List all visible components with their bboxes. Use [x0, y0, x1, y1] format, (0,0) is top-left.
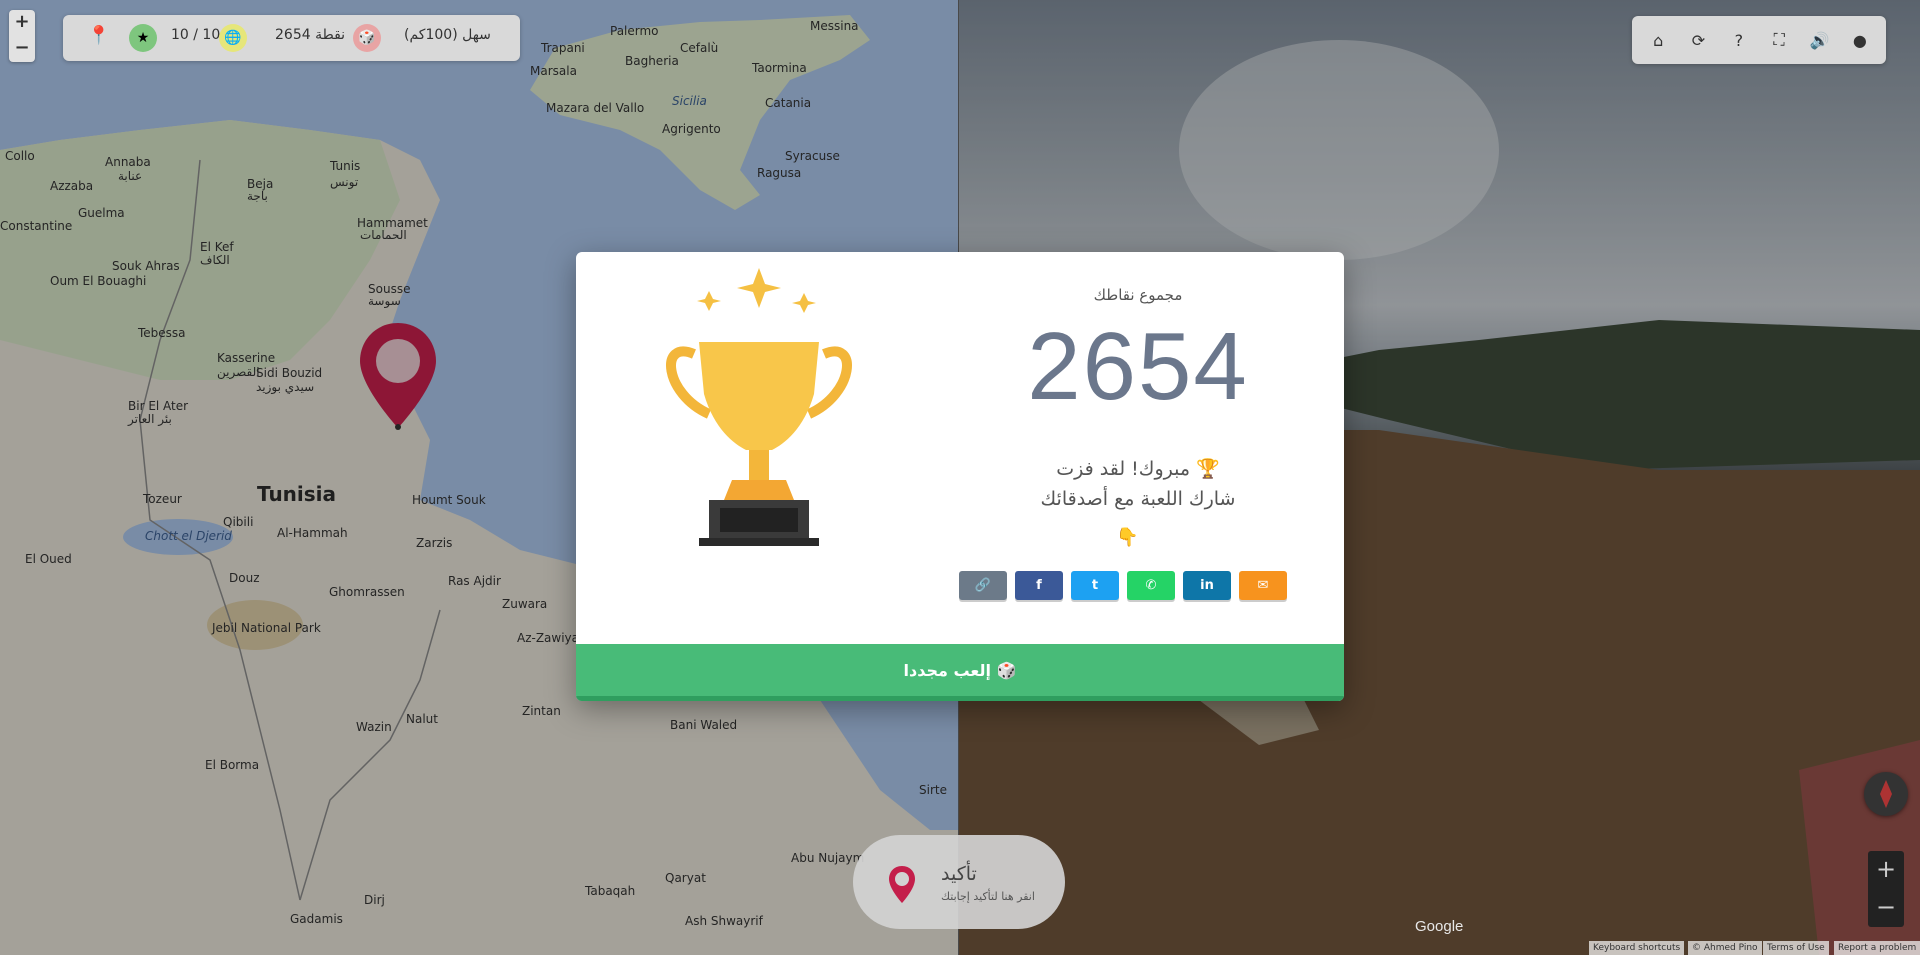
share-linkedin-button[interactable]: in — [1183, 571, 1231, 600]
star-icon: ★ — [129, 24, 157, 52]
confirm-title: تأكيد — [941, 863, 977, 885]
copyright-text: © Ahmed Pino — [1688, 941, 1762, 955]
whatsapp-icon: ✆ — [1145, 578, 1157, 593]
link-icon: 🔗 — [974, 578, 992, 593]
twitter-icon: t — [1091, 578, 1099, 593]
email-icon: ✉ — [1257, 578, 1269, 593]
panorama-zoom-in-button[interactable]: + — [1868, 851, 1904, 889]
congrats-message: مبروك! لقد فزت 🏆 شارك اللعبة مع أصدقائك — [946, 454, 1330, 514]
home-icon[interactable]: ⌂ — [1642, 24, 1674, 56]
score-label: مجموع نقاطك — [1093, 286, 1183, 304]
total-score: 2654 — [1027, 313, 1249, 420]
map-zoom-out-button[interactable]: − — [9, 36, 35, 62]
terms-link[interactable]: Terms of Use — [1763, 941, 1829, 955]
sound-icon[interactable]: 🔊 — [1803, 24, 1835, 56]
report-problem-link[interactable]: Report a problem — [1834, 941, 1920, 955]
compass-icon[interactable] — [1864, 772, 1908, 816]
google-logo: Google — [1415, 918, 1464, 935]
confirm-subtitle: انقر هنا لتأكيد إجابتك — [941, 890, 1035, 903]
dice-icon: 🎲 — [353, 24, 381, 52]
share-buttons: 🔗 f t ✆ in ✉ — [959, 571, 1287, 600]
game-over-modal: مجموع نقاطك 2654 مبروك! لقد فزت 🏆 شارك ا… — [576, 252, 1344, 701]
trophy-icon — [666, 268, 852, 546]
facebook-icon: f — [1036, 578, 1042, 593]
map-pin-icon: 📍 — [87, 24, 111, 46]
github-icon[interactable]: ● — [1844, 24, 1876, 56]
globe-icon: 🌐 — [219, 24, 247, 52]
map-zoom-in-button[interactable]: + — [9, 10, 35, 36]
share-whatsapp-button[interactable]: ✆ — [1127, 571, 1175, 600]
linkedin-icon: in — [1200, 578, 1214, 593]
share-link-button[interactable]: 🔗 — [959, 571, 1007, 600]
pointing-down-icon: 👇 — [1116, 527, 1139, 548]
help-icon[interactable]: ? — [1723, 24, 1755, 56]
congrats-line: مبروك! لقد فزت 🏆 — [1056, 458, 1220, 480]
game-status-bar: 📍 ★ 10 / 10 🌐 2654 نقطة 🎲 سهل (100كم) — [63, 15, 520, 61]
points-counter: 2654 نقطة — [275, 27, 346, 43]
refresh-icon[interactable]: ⟳ — [1682, 24, 1714, 56]
share-email-button[interactable]: ✉ — [1239, 571, 1287, 600]
share-twitter-button[interactable]: t — [1071, 571, 1119, 600]
share-prompt: شارك اللعبة مع أصدقائك — [1040, 488, 1236, 510]
map-pin-icon — [889, 866, 915, 903]
top-toolbar: ⌂ ⟳ ? ⛶ 🔊 ● — [1632, 16, 1886, 64]
play-again-button[interactable]: إلعب مجددا 🎲 — [576, 644, 1344, 701]
share-facebook-button[interactable]: f — [1015, 571, 1063, 600]
panorama-zoom-out-button[interactable]: − — [1868, 889, 1904, 927]
map-zoom-control: + − — [9, 10, 35, 62]
fullscreen-icon[interactable]: ⛶ — [1763, 24, 1795, 56]
confirm-guess-button[interactable]: تأكيد انقر هنا لتأكيد إجابتك — [853, 835, 1065, 929]
difficulty-label: سهل (100كم) — [404, 27, 491, 43]
keyboard-shortcuts-link[interactable]: Keyboard shortcuts — [1589, 941, 1685, 955]
panorama-zoom-control: + − — [1868, 851, 1904, 927]
rounds-counter: 10 / 10 — [171, 27, 221, 43]
